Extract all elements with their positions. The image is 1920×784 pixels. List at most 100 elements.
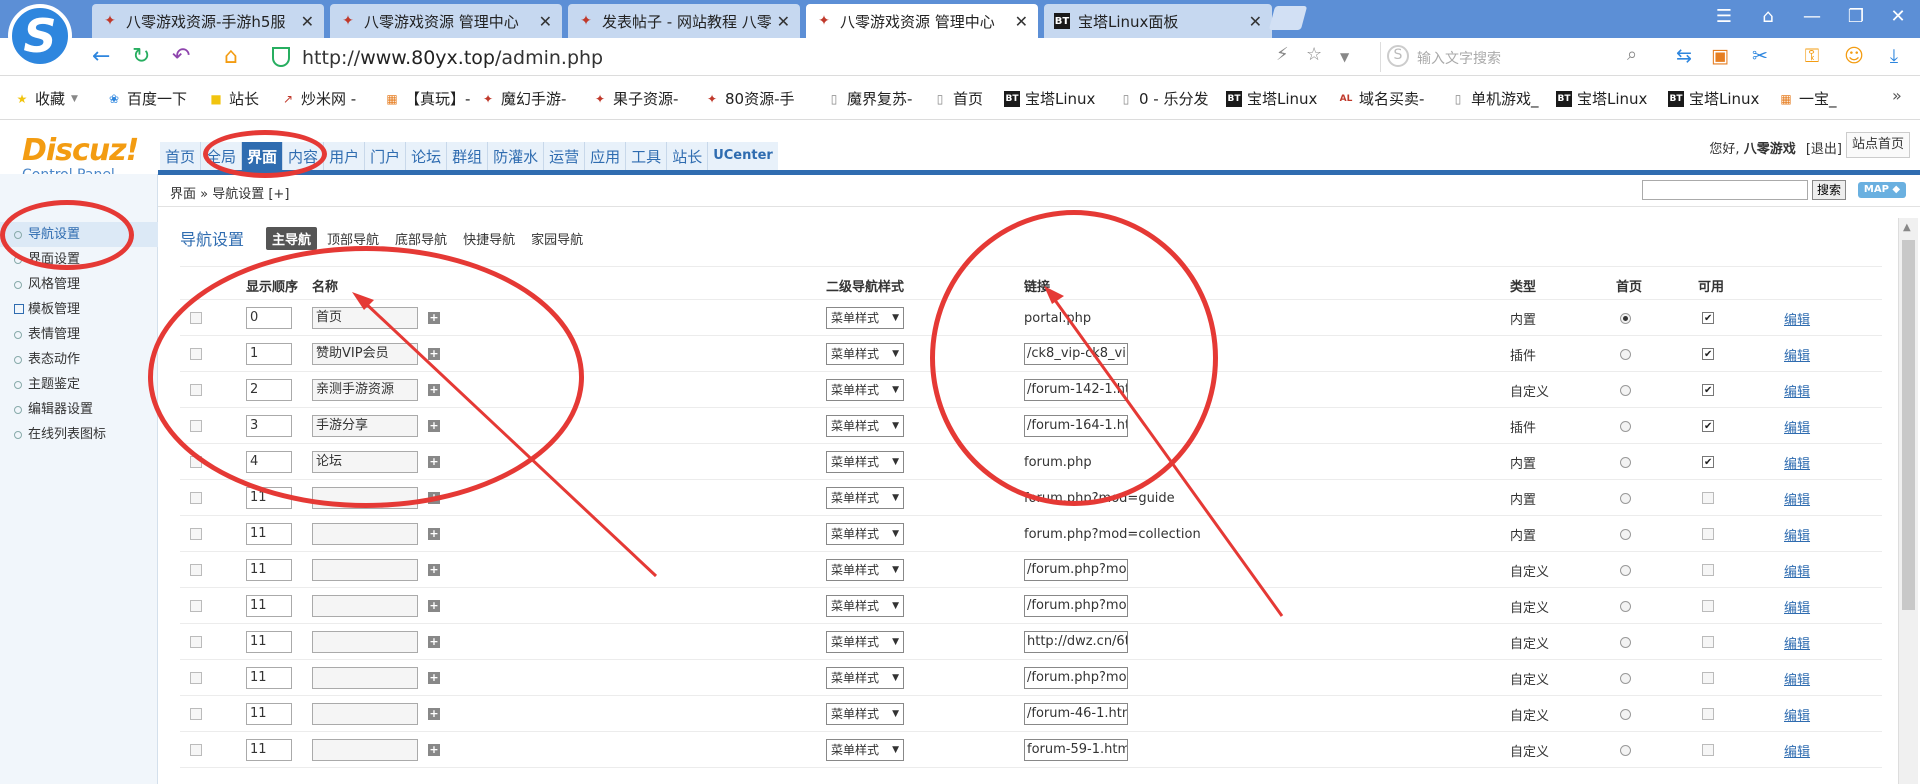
order-input[interactable]: 0 (246, 307, 292, 329)
bookmark-item[interactable]: ❀ 百度一下 (106, 88, 187, 109)
add-subnav-icon[interactable]: + (428, 348, 440, 360)
subnav-style-select[interactable]: 菜单样式 (826, 703, 904, 725)
name-input[interactable]: 赞助VIP会员 (312, 343, 418, 365)
bookmark-item[interactable]: BT 宝塔Linux (1556, 88, 1647, 109)
subnav-tab[interactable]: 主导航 (266, 226, 318, 250)
browser-tab[interactable]: ✦ 发表帖子 - 网站教程 八零 ✕ (568, 4, 800, 38)
scrollbar-thumb[interactable] (1902, 240, 1915, 610)
subnav-style-select[interactable]: 菜单样式 (826, 667, 904, 689)
add-subnav-icon[interactable]: + (428, 312, 440, 324)
bookmark-item[interactable]: ✦ 果子资源- (592, 88, 678, 109)
home-radio[interactable] (1620, 564, 1631, 576)
close-tab-icon[interactable]: ✕ (539, 12, 552, 31)
admin-nav-item[interactable]: 群组 (446, 142, 487, 170)
subnav-style-select[interactable]: 菜单样式 (826, 343, 904, 365)
admin-nav-item[interactable]: 运营 (543, 142, 584, 170)
add-subnav-icon[interactable]: + (428, 708, 440, 720)
admin-nav-item[interactable]: 界面 (241, 142, 283, 170)
subnav-tab[interactable]: 家园导航 (525, 227, 589, 250)
bookmark-item[interactable]: BT 宝塔Linux (1226, 88, 1317, 109)
link-input[interactable]: /forum-142-1.html (1024, 379, 1128, 401)
browser-tab[interactable]: ✦ 八零游戏资源-手游h5服 ✕ (92, 4, 324, 38)
new-tab-button[interactable] (1268, 6, 1308, 30)
admin-nav-item[interactable]: 内容 (282, 142, 323, 170)
link-input[interactable]: /forum-164-1.ht (1024, 415, 1128, 437)
subnav-style-select[interactable]: 菜单样式 (826, 523, 904, 545)
row-checkbox[interactable] (190, 420, 202, 432)
link-input[interactable]: /ck8_vip-ck8_vip (1024, 343, 1128, 365)
home-radio[interactable] (1620, 456, 1631, 468)
add-subnav-icon[interactable]: + (428, 528, 440, 540)
close-tab-icon[interactable]: ✕ (301, 12, 314, 31)
add-subnav-icon[interactable]: + (428, 456, 440, 468)
bookmark-item[interactable]: ✦ 80资源-手 (704, 88, 795, 109)
url-field[interactable]: http://www.80yx.top/admin.php (302, 47, 603, 69)
order-input[interactable]: 11 (246, 559, 292, 581)
edit-link[interactable]: 编辑 (1784, 525, 1810, 544)
admin-nav-item[interactable]: 站长 (666, 142, 707, 170)
home-radio[interactable] (1620, 636, 1631, 648)
menu-icon[interactable]: ☰ (1706, 6, 1742, 27)
subnav-tab[interactable]: 快捷导航 (457, 227, 521, 250)
home-radio[interactable] (1620, 492, 1631, 504)
bookmark-item[interactable]: ▦ 一宝_ (1778, 88, 1836, 109)
browser-logo-icon[interactable]: S (8, 4, 72, 68)
minimize-icon[interactable]: — (1794, 6, 1830, 27)
name-input[interactable] (312, 523, 418, 545)
row-checkbox[interactable] (190, 672, 202, 684)
enabled-checkbox[interactable] (1702, 600, 1714, 612)
row-checkbox[interactable] (190, 636, 202, 648)
add-subnav-icon[interactable]: + (428, 672, 440, 684)
subnav-style-select[interactable]: 菜单样式 (826, 487, 904, 509)
extension-icon[interactable]: ▣ (1708, 45, 1732, 69)
enabled-checkbox[interactable] (1702, 384, 1714, 396)
edit-link[interactable]: 编辑 (1784, 345, 1810, 364)
bookmark-item[interactable]: ↗ 炒米网 - (280, 88, 356, 109)
admin-nav-item[interactable]: 应用 (584, 142, 625, 170)
row-checkbox[interactable] (190, 528, 202, 540)
download-icon[interactable]: ⤓ (1882, 45, 1906, 69)
skin-icon[interactable]: ⌂ (1750, 6, 1786, 27)
bookmark-item[interactable]: BT 宝塔Linux (1668, 88, 1759, 109)
edit-link[interactable]: 编辑 (1784, 633, 1810, 652)
scissors-icon[interactable]: ✂ (1748, 45, 1772, 69)
more-bookmarks-icon[interactable]: » (1892, 86, 1902, 105)
home-radio[interactable] (1620, 528, 1631, 540)
name-input[interactable] (312, 595, 418, 617)
edit-link[interactable]: 编辑 (1784, 669, 1810, 688)
order-input[interactable]: 3 (246, 415, 292, 437)
edit-link[interactable]: 编辑 (1784, 453, 1810, 472)
refresh-icon[interactable]: ↻ (132, 44, 150, 69)
order-input[interactable]: 11 (246, 595, 292, 617)
sidebar-item[interactable]: 编辑器设置 (0, 397, 158, 422)
name-input[interactable] (312, 487, 418, 509)
bookmark-item[interactable]: ▯ 0 - 乐分发 (1118, 88, 1209, 109)
close-tab-icon[interactable]: ✕ (777, 12, 790, 31)
order-input[interactable]: 1 (246, 343, 292, 365)
enabled-checkbox[interactable] (1702, 744, 1714, 756)
edit-link[interactable]: 编辑 (1784, 417, 1810, 436)
enabled-checkbox[interactable] (1702, 348, 1714, 360)
admin-nav-item[interactable]: 防灌水 (487, 142, 543, 170)
edit-link[interactable]: 编辑 (1784, 741, 1810, 760)
back-icon[interactable]: ← (92, 44, 110, 69)
add-subnav-icon[interactable]: + (428, 420, 440, 432)
edit-link[interactable]: 编辑 (1784, 381, 1810, 400)
lightning-icon[interactable]: ⚡ (1276, 44, 1289, 65)
edit-link[interactable]: 编辑 (1784, 597, 1810, 616)
close-window-icon[interactable]: ✕ (1880, 6, 1916, 27)
vertical-scrollbar[interactable]: ▲ (1898, 218, 1918, 784)
admin-nav-item[interactable]: UCenter (707, 142, 778, 170)
name-input[interactable] (312, 739, 418, 761)
order-input[interactable]: 2 (246, 379, 292, 401)
add-subnav-icon[interactable]: + (428, 744, 440, 756)
add-subnav-icon[interactable]: + (428, 600, 440, 612)
order-input[interactable]: 11 (246, 487, 292, 509)
home-radio[interactable] (1620, 600, 1631, 612)
map-button[interactable]: MAP ◆ (1858, 182, 1906, 198)
enabled-checkbox[interactable] (1702, 492, 1714, 504)
bookmark-item[interactable]: ▯ 单机游戏_ (1450, 88, 1539, 109)
sidebar-item[interactable]: 主题鉴定 (0, 372, 158, 397)
sidebar-item[interactable]: 导航设置 (0, 222, 158, 247)
order-input[interactable]: 11 (246, 631, 292, 653)
